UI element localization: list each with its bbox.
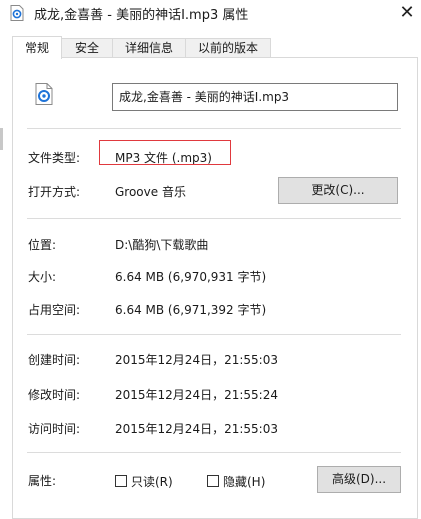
change-button[interactable]: 更改(C)... [278, 177, 398, 204]
close-button[interactable]: ✕ [396, 2, 418, 24]
created-value: 2015年12月24日，21:55:03 [115, 353, 278, 367]
advanced-button[interactable]: 高级(D)... [317, 466, 401, 493]
modified-value: 2015年12月24日，21:55:24 [115, 388, 278, 402]
size-on-disk-label: 占用空间: [28, 303, 81, 317]
window-edge-shadow [0, 128, 3, 150]
window-title: 成龙,金喜善 - 美丽的神话Ⅰ.mp3 属性 [34, 8, 249, 23]
tab-details[interactable]: 详细信息 [112, 38, 186, 58]
readonly-checkbox[interactable] [115, 475, 127, 487]
open-with-value: Groove 音乐 [115, 185, 186, 199]
audio-file-icon [35, 83, 53, 105]
open-with-label: 打开方式: [28, 185, 81, 199]
size-on-disk-value: 6.64 MB (6,971,392 字节) [115, 303, 267, 317]
attributes-label: 属性: [28, 474, 57, 488]
hidden-label[interactable]: 隐藏(H) [223, 473, 265, 490]
accessed-label: 访问时间: [28, 422, 81, 436]
location-label: 位置: [28, 238, 57, 252]
size-value: 6.64 MB (6,970,931 字节) [115, 270, 267, 284]
location-value: D:\酷狗\下载歌曲 [115, 238, 209, 252]
file-name-field[interactable]: 成龙,金喜善 - 美丽的神话Ⅰ.mp3 [112, 83, 398, 111]
separator [27, 452, 401, 453]
general-panel [12, 57, 418, 519]
created-label: 创建时间: [28, 353, 81, 367]
separator [27, 218, 401, 219]
tab-general[interactable]: 常规 [12, 36, 62, 59]
title-bar: 成龙,金喜善 - 美丽的神话Ⅰ.mp3 属性 ✕ [0, 0, 421, 26]
file-type-label: 文件类型: [28, 151, 81, 165]
tab-previous-versions[interactable]: 以前的版本 [185, 38, 271, 58]
accessed-value: 2015年12月24日，21:55:03 [115, 422, 278, 436]
modified-label: 修改时间: [28, 388, 81, 402]
readonly-label[interactable]: 只读(R) [131, 473, 173, 490]
highlight-annotation [99, 140, 231, 165]
separator [27, 128, 401, 129]
size-label: 大小: [28, 270, 57, 284]
tab-security[interactable]: 安全 [61, 38, 113, 58]
hidden-checkbox[interactable] [207, 475, 219, 487]
separator [27, 334, 401, 335]
audio-file-icon [10, 5, 24, 21]
